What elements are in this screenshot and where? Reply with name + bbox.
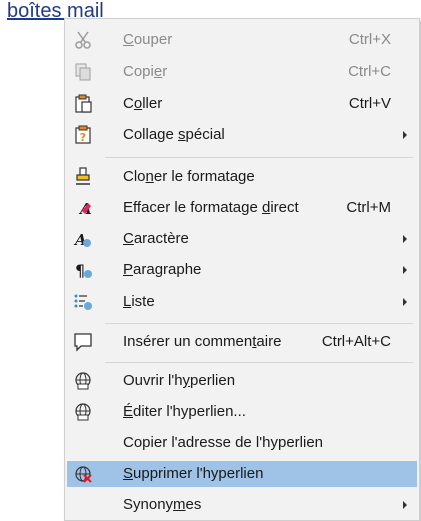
- menu-separator: [105, 157, 413, 158]
- menu-item-list[interactable]: Liste: [67, 289, 417, 315]
- menu-item-copy-hyperlink-address[interactable]: Copier l'adresse de l'hyperlien: [67, 430, 417, 456]
- menu-item-remove-hyperlink[interactable]: Supprimer l'hyperlien: [67, 461, 417, 487]
- menu-item-label: Couper: [123, 31, 173, 48]
- menu-item-shortcut: Ctrl+Alt+C: [321, 333, 391, 350]
- svg-text:¶: ¶: [75, 261, 85, 280]
- menu-item-label: Caractère: [123, 230, 189, 247]
- menu-item-shortcut: Ctrl+X: [348, 31, 391, 48]
- menu-item-shortcut: Ctrl+M: [346, 199, 391, 216]
- menu-item-open-hyperlink[interactable]: Ouvrir l'hyperlien: [67, 368, 417, 394]
- character-icon: A: [73, 229, 93, 249]
- menu-separator: [105, 362, 413, 363]
- menu-item-clear-direct-formatting[interactable]: A Effacer le formatage direct Ctrl+M: [67, 195, 417, 221]
- remove-hyperlink-icon: [73, 464, 93, 484]
- menu-item-clone-formatting[interactable]: Cloner le formatage: [67, 164, 417, 190]
- edit-hyperlink-icon: [73, 402, 93, 422]
- menu-item-label: Copier l'adresse de l'hyperlien: [123, 434, 324, 451]
- menu-item-label: Effacer le formatage direct: [123, 199, 299, 216]
- menu-item-label: Éditer l'hyperlien...: [123, 403, 246, 420]
- menu-item-insert-comment[interactable]: Insérer un commentaire Ctrl+Alt+C: [67, 329, 417, 355]
- svg-text:?: ?: [80, 131, 86, 144]
- submenu-arrow-icon: [403, 131, 407, 139]
- menu-item-character[interactable]: A Caractère: [67, 226, 417, 252]
- menu-item-shortcut: Ctrl+C: [348, 63, 391, 80]
- copy-icon: [73, 62, 93, 82]
- menu-item-cut[interactable]: Couper Ctrl+X: [67, 27, 417, 53]
- menu-item-label: Supprimer l'hyperlien: [123, 465, 264, 482]
- menu-item-paste-special[interactable]: ? Collage spécial: [67, 122, 417, 148]
- clone-formatting-icon: [73, 167, 93, 187]
- menu-item-label: Copier: [123, 63, 168, 80]
- menu-item-synonyms[interactable]: Synonymes: [67, 492, 417, 518]
- menu-item-label: Synonymes: [123, 496, 202, 513]
- paste-special-icon: ?: [73, 125, 93, 145]
- menu-item-paste[interactable]: Coller Ctrl+V: [67, 91, 417, 117]
- menu-item-label: Ouvrir l'hyperlien: [123, 372, 236, 389]
- submenu-arrow-icon: [403, 298, 407, 306]
- menu-item-label: Liste: [123, 293, 155, 310]
- paragraph-icon: ¶: [73, 260, 93, 280]
- submenu-arrow-icon: [403, 501, 407, 509]
- submenu-arrow-icon: [403, 235, 407, 243]
- paste-icon: [73, 94, 93, 114]
- comment-icon: [73, 332, 93, 352]
- open-hyperlink-icon: [73, 371, 93, 391]
- context-menu: Couper Ctrl+X Copier Ctrl+C Coller Ctrl+…: [64, 18, 420, 521]
- menu-item-label: Cloner le formatage: [123, 168, 255, 185]
- clear-formatting-icon: A: [73, 198, 93, 218]
- menu-item-paragraph[interactable]: ¶ Paragraphe: [67, 257, 417, 283]
- menu-item-edit-hyperlink[interactable]: Éditer l'hyperlien...: [67, 399, 417, 425]
- menu-item-copy[interactable]: Copier Ctrl+C: [67, 59, 417, 85]
- menu-item-label: Paragraphe: [123, 261, 202, 278]
- menu-item-label: Coller: [123, 95, 163, 112]
- submenu-arrow-icon: [403, 266, 407, 274]
- menu-item-label: Insérer un commentaire: [123, 333, 282, 350]
- menu-separator: [105, 323, 413, 324]
- menu-item-label: Collage spécial: [123, 126, 225, 143]
- menu-item-shortcut: Ctrl+V: [348, 95, 391, 112]
- scissors-icon: [73, 30, 93, 50]
- list-icon: [73, 292, 93, 312]
